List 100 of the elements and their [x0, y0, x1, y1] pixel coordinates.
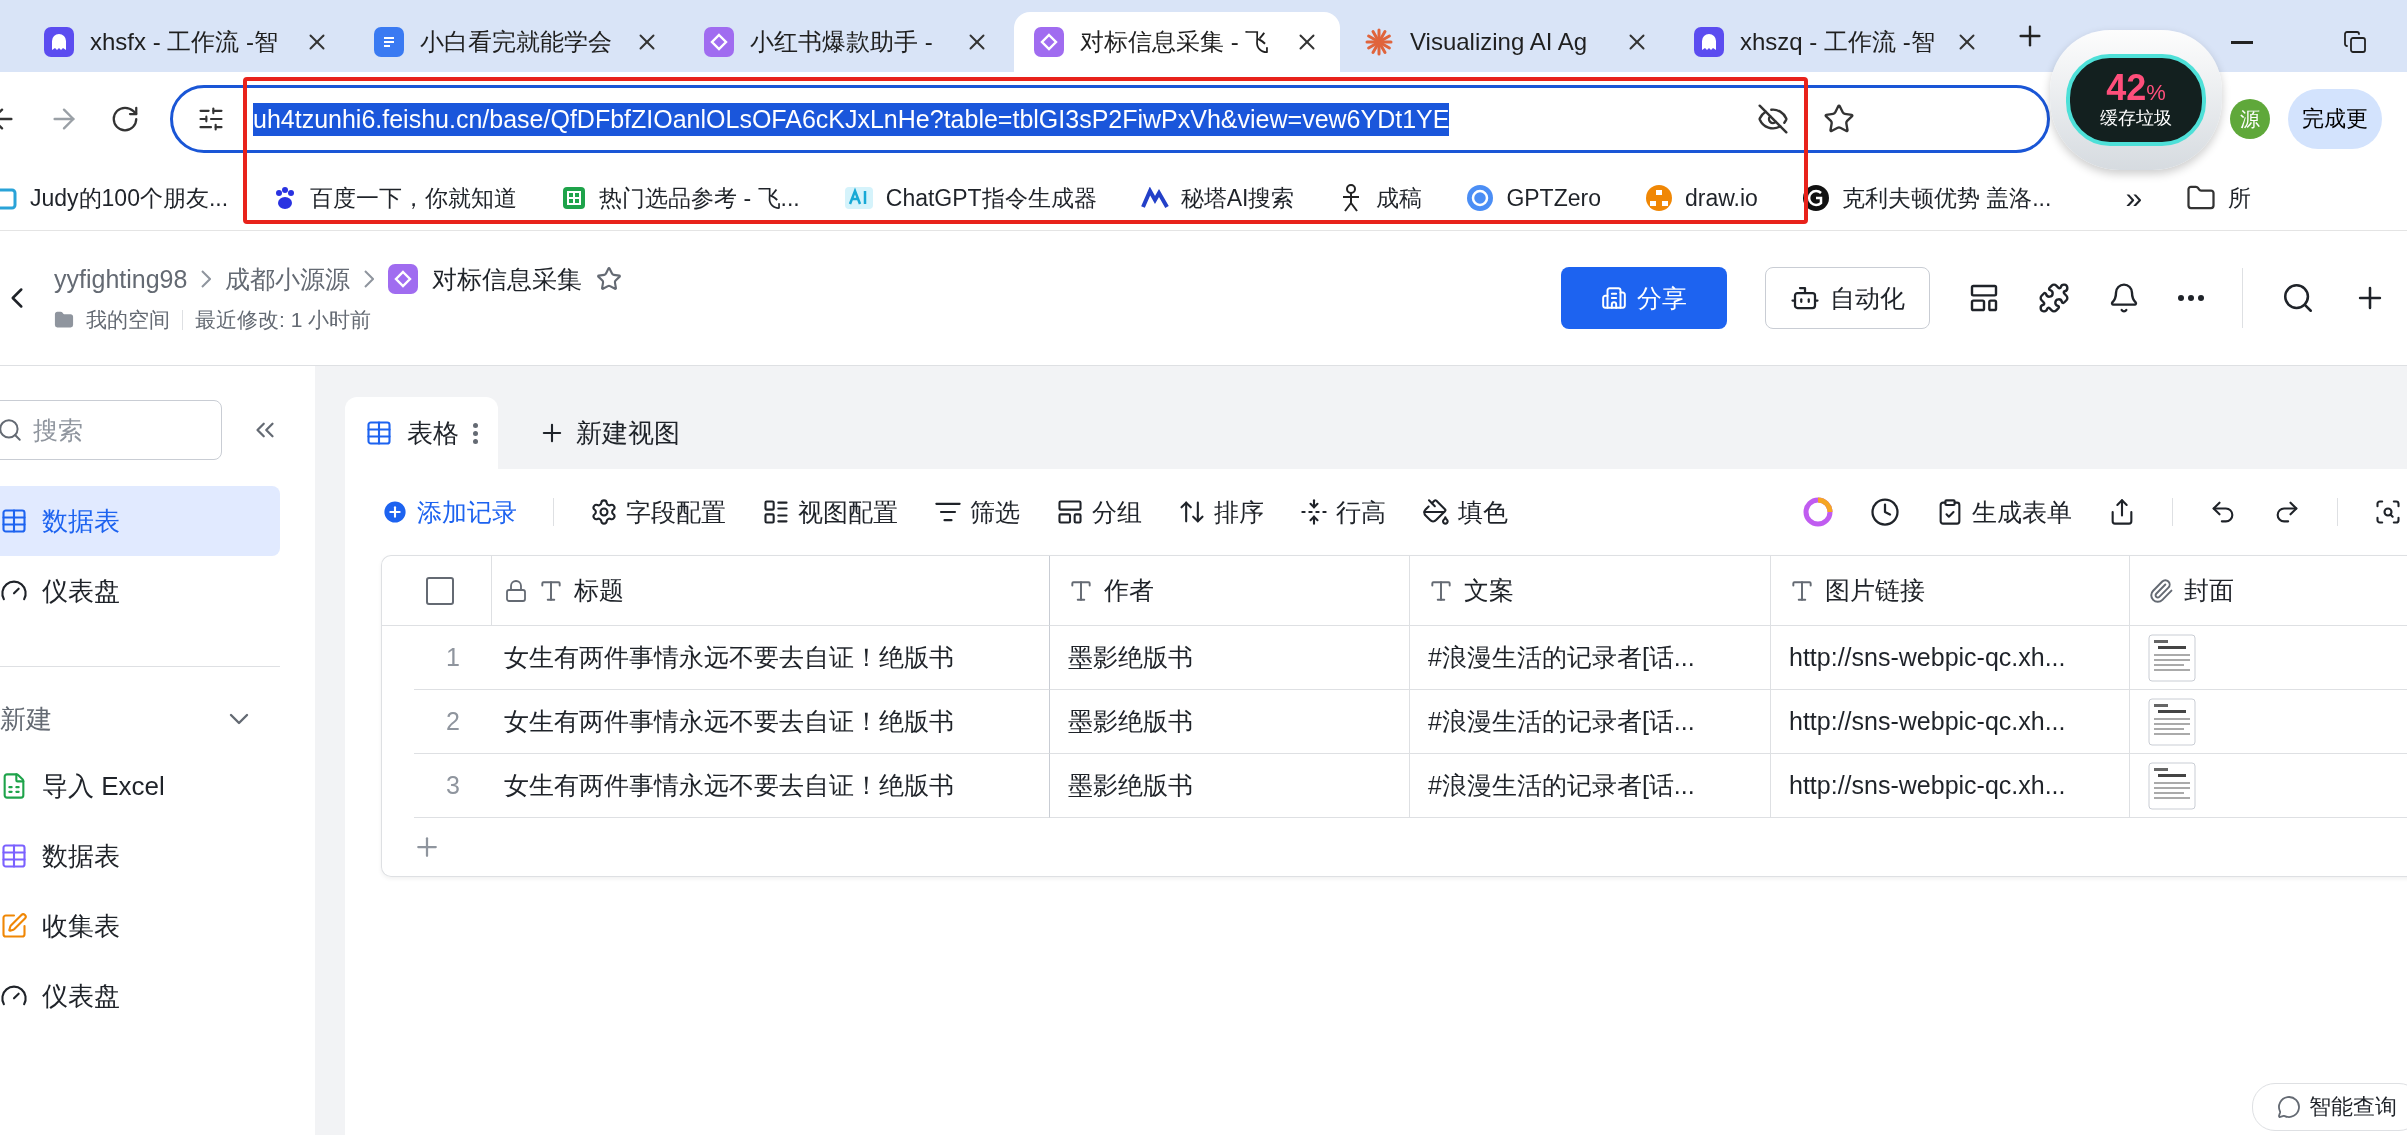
starburst-icon	[1364, 27, 1394, 57]
breadcrumb-link[interactable]: yyfighting98	[54, 264, 188, 294]
spiral-icon	[1466, 184, 1495, 212]
toolbar-button[interactable]: 排序	[1178, 495, 1264, 529]
browser-tab[interactable]: 小白看完就能学会	[354, 12, 680, 72]
table-cell-text: 墨影绝版书	[1068, 642, 1193, 673]
add-record-button[interactable]: 添加记录	[381, 495, 517, 529]
bookmark[interactable]: 克利夫顿优势 盖洛...	[1801, 182, 2052, 214]
restore-icon	[2343, 30, 2367, 54]
sidebar-item[interactable]: 导入 Excel	[0, 751, 280, 821]
search-icon	[0, 417, 23, 443]
minimize-icon[interactable]	[2231, 40, 2253, 44]
toolbar-button[interactable]: 填色	[1422, 495, 1508, 529]
form-icon	[0, 912, 28, 940]
search-icon	[2281, 281, 2315, 315]
row-height-icon	[1300, 498, 1328, 526]
table-cell-text: 女生有两件事情永远不要去自证！绝版书	[504, 642, 954, 673]
url-text: uh4tzunhi6.feishu.cn/base/QfDFbfZIOanlOLsOFA6cKJxLnHe?table=tblGI3sP2FiwPxVh&view=vew6YDt1YE	[253, 102, 1450, 136]
sidebar-item[interactable]: 仪表盘	[0, 961, 280, 1031]
table-icon	[0, 842, 28, 870]
view-icon	[762, 498, 790, 526]
table-cell-text: 女生有两件事情永远不要去自证！绝版书	[504, 706, 954, 737]
paperclip-icon	[2148, 577, 2174, 604]
bookmark[interactable]: Judy的100个朋友...	[0, 182, 229, 214]
toolbar-button[interactable]: 字段配置	[590, 495, 726, 529]
breadcrumb-link[interactable]: 成都小源源	[225, 262, 351, 296]
sidebar-item[interactable]: 收集表	[0, 891, 280, 961]
browser-tab[interactable]: xhszq - 工作流 -智	[1674, 12, 2000, 72]
ghost-icon	[44, 27, 74, 57]
new-section-header[interactable]: 新建	[0, 687, 255, 751]
sidebar-item[interactable]: 数据表	[0, 821, 280, 891]
table-cell: http://sns-webpic-qc.xh...	[1789, 771, 2066, 800]
chevron-icon	[201, 270, 212, 288]
column-header[interactable]: 封面	[2130, 556, 2407, 626]
share-button[interactable]: 分享	[1561, 267, 1727, 329]
ai-icon	[843, 185, 874, 211]
toolbar-button[interactable]: 行高	[1300, 495, 1386, 529]
bookmark-star-icon	[1823, 103, 1855, 135]
bookmark[interactable]: 百度一下，你就知道	[272, 182, 518, 214]
row-number: 3	[414, 754, 492, 818]
eye-off-icon	[1757, 103, 1789, 135]
puzzle-icon	[2038, 282, 2070, 314]
column-header[interactable]: 作者	[1050, 556, 1410, 626]
bookmark[interactable]: 成稿	[1338, 182, 1423, 214]
browser-tab[interactable]: Visualizing AI Ag	[1344, 12, 1670, 72]
address-bar[interactable]: uh4tzunhi6.feishu.cn/base/QfDFbfZIOanlOLsOFA6cKJxLnHe?table=tblGI3sP2FiwPxVh&view=vew6YDt1YE	[170, 85, 2050, 153]
browser-tab[interactable]: 对标信息采集 - 飞	[1014, 12, 1340, 72]
chat-icon	[2277, 1095, 2301, 1119]
bookmarks-folder[interactable]: 所	[2186, 182, 2252, 214]
row-number: 1	[414, 626, 492, 690]
new-view-button[interactable]: 新建视图	[538, 397, 680, 469]
bookmark[interactable]: GPTZero	[1466, 184, 1601, 212]
nodes-icon	[1644, 184, 1673, 212]
gear-icon	[590, 498, 618, 526]
automation-button[interactable]: 自动化	[1765, 267, 1930, 329]
table-cell-text: #浪漫生活的记录者[话...	[1428, 642, 1695, 673]
generate-form-button[interactable]: 生成表单	[1936, 495, 2072, 529]
reload-icon	[110, 104, 140, 134]
table-icon	[365, 419, 393, 447]
paint-bucket-icon	[1422, 498, 1450, 526]
lock-icon	[504, 578, 528, 603]
toolbar-button[interactable]: 分组	[1056, 495, 1142, 529]
column-header[interactable]: 文案	[1410, 556, 1771, 626]
column-header[interactable]: 标题	[492, 556, 1050, 626]
browser-tab[interactable]: 小红书爆款助手 -	[684, 12, 1010, 72]
bookmark[interactable]: ChatGPT指令生成器	[843, 182, 1097, 214]
view-tab[interactable]: 表格	[345, 397, 498, 469]
document-icon	[374, 27, 404, 57]
spreadsheet-icon	[561, 185, 588, 211]
letter-g-icon	[1801, 184, 1830, 212]
ring-icon[interactable]	[1802, 496, 1834, 528]
sidebar-item[interactable]: 仪表盘	[0, 556, 280, 626]
smart-query-button[interactable]: 智能查询	[2252, 1083, 2407, 1131]
table-cell: http://sns-webpic-qc.xh...	[1789, 707, 2066, 736]
clock-icon	[1870, 497, 1900, 527]
modified-text: 最近修改: 1 小时前	[195, 306, 372, 333]
table-cell: http://sns-webpic-qc.xh...	[1789, 643, 2066, 672]
more-bookmarks-button[interactable]: »	[2125, 181, 2143, 215]
breadcrumb-link[interactable]: 对标信息采集	[432, 262, 583, 296]
table-cell-text: #浪漫生活的记录者[话...	[1428, 706, 1695, 737]
building-icon	[1601, 285, 1627, 311]
table-cell-text: 墨影绝版书	[1068, 706, 1193, 737]
star-icon[interactable]	[596, 266, 623, 292]
column-header[interactable]: 图片链接	[1771, 556, 2130, 626]
percent-text: 42%	[2106, 70, 2166, 106]
template-icon	[1968, 282, 2000, 314]
select-all-checkbox[interactable]	[426, 576, 454, 605]
browser-tab[interactable]: xhsfx - 工作流 -智	[24, 12, 350, 72]
sidebar-item[interactable]: 数据表	[0, 486, 280, 556]
toolbar-button[interactable]: 筛选	[934, 495, 1020, 529]
find-icon	[2374, 498, 2402, 526]
table-icon	[0, 507, 28, 535]
bookmark[interactable]: draw.io	[1644, 184, 1758, 212]
update-button[interactable]: 完成更	[2288, 89, 2382, 149]
bookmark[interactable]: 热门选品参考 - 飞...	[561, 182, 800, 214]
peak-icon	[1140, 187, 1169, 209]
toolbar-button[interactable]: 视图配置	[762, 495, 898, 529]
more-icon[interactable]	[2178, 295, 2204, 301]
site-settings-icon	[197, 105, 225, 133]
bookmark[interactable]: 秘塔AI搜索	[1140, 182, 1295, 214]
